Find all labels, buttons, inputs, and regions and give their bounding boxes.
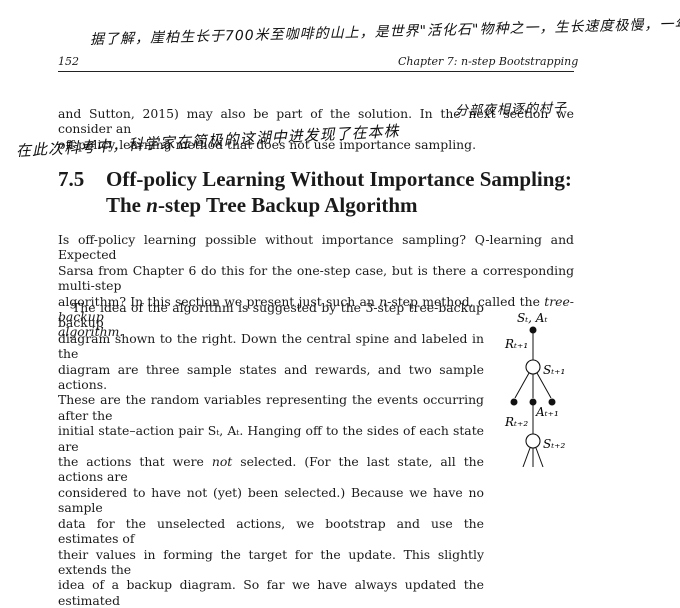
node-unselected-action-left (510, 398, 518, 406)
handwritten-annotation-intro: 分部夜相逐的村子 (454, 101, 568, 119)
label-state-action-top: Sₜ, Aₜ (517, 311, 547, 325)
label-reward-1: Rₜ₊₁ (504, 337, 528, 351)
tree-backup-diagram: Sₜ, Aₜ Rₜ₊₁ Sₜ₊₁ Aₜ₊₁ Rₜ₊₂ Sₜ₊₂ (504, 311, 566, 467)
p2-line-5: initial state–action pair Sₜ, Aₜ. Hangin… (58, 423, 484, 454)
header-rule (58, 71, 574, 72)
edge-left-1 (514, 372, 530, 399)
p2-line-1: The idea of the algorithm is suggested b… (58, 300, 484, 331)
page-number: 152 (58, 55, 79, 68)
label-reward-2: Rₜ₊₂ (504, 415, 528, 429)
p2-line-10: idea of a backup diagram. So far we have… (58, 577, 484, 608)
node-action-top (529, 326, 537, 334)
p2-line-2: diagram shown to the right. Down the cen… (58, 330, 484, 362)
handwritten-annotation-top: 据了解，崖柏生长于700米至咖啡的山上，是世界"活化石"物种之一，生长速度极慢，… (89, 16, 680, 48)
node-state-1 (525, 359, 541, 375)
section-title-line-1: Off-policy Learning Without Importance S… (106, 167, 572, 191)
node-state-2 (525, 433, 541, 449)
p2-line-3: diagram are three sample states and rewa… (58, 361, 484, 393)
p1-line-1: Is off-policy learning possible without … (58, 232, 574, 263)
p2-line-7: considered to have not (yet) been select… (58, 484, 484, 516)
label-action-1: Aₜ₊₁ (535, 405, 559, 419)
p2-line-9: their values in forming the target for t… (58, 546, 484, 577)
chapter-header: Chapter 7: n-step Bootstrapping (398, 55, 579, 68)
edge-right-2 (535, 447, 544, 467)
edge-left-2 (522, 447, 531, 467)
label-state-1: Sₜ₊₁ (543, 363, 565, 377)
section-number: 7.5 (58, 167, 85, 191)
section-title-line-2: The n-step Tree Backup Algorithm (106, 193, 418, 217)
p1-line-2: Sarsa from Chapter 6 do this for the one… (58, 262, 574, 294)
paragraph-2: The idea of the algorithm is suggested b… (58, 300, 484, 608)
p2-line-6: the actions that were not selected. (For… (58, 454, 484, 485)
p2-line-8: data for the unselected actions, we boot… (58, 515, 484, 547)
section-heading: 7.5 Off-policy Learning Without Importan… (58, 166, 618, 220)
p2-line-4: These are the random variables represent… (58, 392, 484, 423)
label-state-2: Sₜ₊₂ (543, 437, 566, 451)
